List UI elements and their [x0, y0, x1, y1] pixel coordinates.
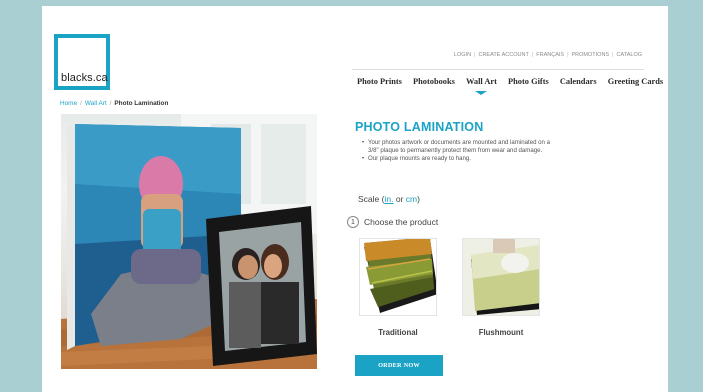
page: blacks.ca LOGIN | CREATE ACCOUNT | FRANÇAIS |…	[42, 6, 668, 392]
language-link[interactable]: FRANÇAIS	[536, 52, 564, 58]
nav-divider	[352, 69, 644, 70]
scale-selector: Scale (in. or cm)	[358, 194, 420, 204]
active-nav-caret-icon	[475, 91, 488, 95]
nav-photobooks[interactable]: Photobooks	[413, 77, 455, 86]
login-link[interactable]: LOGIN	[454, 52, 471, 58]
flushmount-plaque-image	[463, 239, 539, 315]
step-number-badge: 1	[347, 216, 359, 228]
product-title: PHOTO LAMINATION	[355, 120, 484, 134]
nav-wall-art[interactable]: Wall Art	[465, 77, 497, 95]
product-description: Your photos artwork or documents are mou…	[362, 139, 562, 162]
nav-greeting-cards[interactable]: Greeting Cards	[608, 77, 663, 86]
catalog-link[interactable]: CATALOG	[617, 52, 642, 58]
nav-photo-gifts[interactable]: Photo Gifts	[508, 77, 549, 86]
logo-text: blacks.ca	[61, 72, 108, 84]
breadcrumb: Home / Wall Art / Photo Lamination	[60, 100, 169, 107]
nav-calendars[interactable]: Calendars	[560, 77, 597, 86]
scale-cm-link[interactable]: cm	[406, 194, 417, 204]
scale-suffix: )	[417, 194, 420, 204]
promotions-link[interactable]: PROMOTIONS	[572, 52, 610, 58]
breadcrumb-current: Photo Lamination	[114, 100, 169, 107]
traditional-plaque-image	[364, 239, 436, 313]
scale-middle: or	[393, 194, 406, 204]
top-links: LOGIN | CREATE ACCOUNT | FRANÇAIS | PROMOTIONS…	[453, 52, 642, 58]
breadcrumb-home[interactable]: Home	[60, 100, 77, 107]
nav-wall-art-label: Wall Art	[465, 77, 497, 86]
flushmount-label[interactable]: Flushmount	[456, 328, 546, 337]
description-bullet: Our plaque mounts are ready to hang.	[362, 155, 562, 163]
traditional-label[interactable]: Traditional	[353, 328, 443, 337]
main-nav: Photo Prints Photobooks Wall Art Photo G…	[357, 77, 663, 95]
flushmount-option[interactable]	[462, 238, 540, 316]
nav-photo-prints[interactable]: Photo Prints	[357, 77, 402, 86]
site-logo[interactable]: blacks.ca	[54, 34, 110, 90]
order-now-button[interactable]: ORDER NOW	[355, 355, 443, 376]
step-label: Choose the product	[364, 217, 439, 227]
scale-prefix: Scale (	[358, 194, 385, 204]
product-hero-image	[61, 114, 317, 369]
description-bullet: Your photos artwork or documents are mou…	[362, 139, 562, 155]
breadcrumb-wall-art[interactable]: Wall Art	[85, 100, 107, 107]
create-account-link[interactable]: CREATE ACCOUNT	[478, 52, 528, 58]
step-choose-product: 1 Choose the product	[347, 216, 438, 228]
traditional-option[interactable]	[359, 238, 437, 316]
